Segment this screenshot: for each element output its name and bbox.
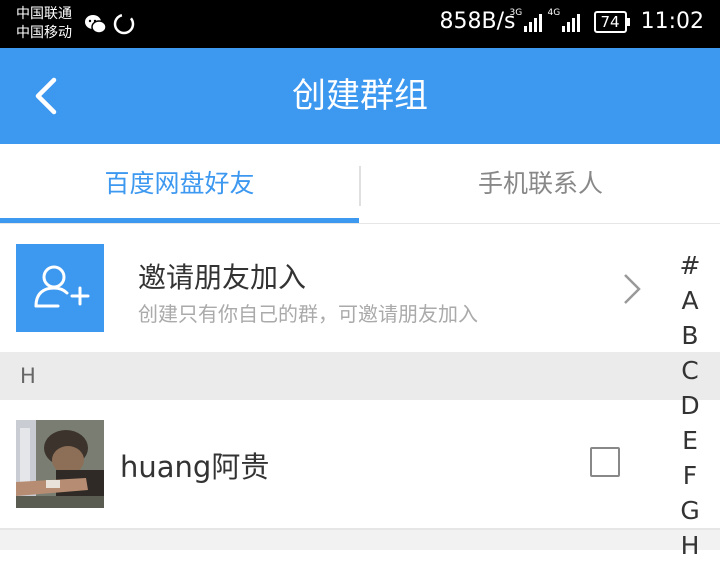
battery-icon: 74	[593, 10, 630, 33]
select-checkbox[interactable]	[590, 447, 620, 477]
list-bottom	[0, 530, 720, 550]
status-right: 858B/s 3G 4G 74 11:02	[439, 8, 704, 35]
carrier-2: 中国移动	[16, 25, 72, 41]
index-letter[interactable]: H	[672, 528, 708, 563]
index-letter[interactable]: G	[672, 493, 708, 528]
tab-phone-contacts[interactable]: 手机联系人	[361, 144, 720, 224]
add-user-icon	[16, 244, 104, 332]
carrier-info: 中国联通 中国移动	[16, 5, 72, 43]
invite-friends-item[interactable]: 邀请朋友加入 创建只有你自己的群，可邀请朋友加入	[0, 224, 660, 352]
app-header: 创建群组	[0, 48, 720, 144]
signal-4g-icon: 4G	[548, 8, 580, 32]
section-header: H	[0, 352, 720, 400]
status-bar: 中国联通 中国移动 858B/s 3G 4G 74 11:02	[0, 0, 720, 48]
page-title: 创建群组	[292, 76, 428, 116]
index-letter[interactable]: C	[672, 353, 708, 388]
index-letter[interactable]: A	[672, 283, 708, 318]
clock: 11:02	[640, 9, 704, 34]
carrier-1: 中国联通	[16, 6, 72, 22]
wechat-icon	[85, 13, 135, 35]
invite-title: 邀请朋友加入	[138, 261, 307, 294]
index-letter[interactable]: D	[672, 388, 708, 423]
avatar	[16, 420, 104, 508]
signal-3g-icon: 3G	[510, 8, 542, 32]
network-speed: 858B/s	[439, 9, 516, 34]
tab-baidu-friends[interactable]: 百度网盘好友	[0, 144, 359, 224]
alphabet-index-bar[interactable]: # A B C D E F G H	[672, 248, 708, 563]
index-letter[interactable]: F	[672, 458, 708, 493]
index-letter[interactable]: E	[672, 423, 708, 458]
section-letter: H	[20, 364, 36, 388]
chevron-right-icon	[624, 274, 641, 304]
index-letter[interactable]: B	[672, 318, 708, 353]
contact-name: huang阿贵	[120, 450, 270, 484]
invite-subtitle: 创建只有你自己的群，可邀请朋友加入	[138, 302, 478, 326]
tab-bar: 百度网盘好友 手机联系人	[0, 144, 720, 224]
contact-row[interactable]: huang阿贵	[0, 400, 660, 528]
index-letter[interactable]: #	[672, 248, 708, 283]
status-app-icons	[84, 12, 140, 42]
